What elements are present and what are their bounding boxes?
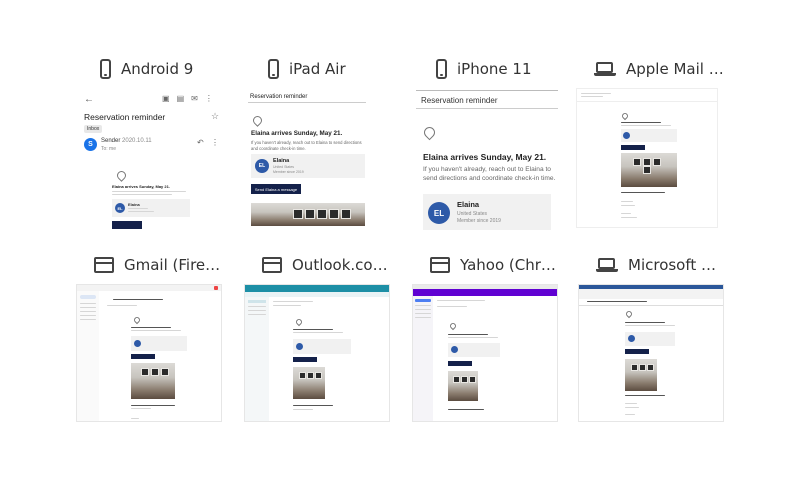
guest-name: Elaina [128, 202, 140, 207]
email-subject: Reservation reminder [250, 94, 308, 100]
client-card-ipad-air[interactable]: iPad Air Reservation reminder Elaina arr… [248, 56, 390, 226]
guest-name: Elaina [273, 158, 290, 164]
client-label: Yahoo (Chr… [460, 256, 556, 274]
email-preview-thumbnail[interactable] [244, 284, 390, 422]
phone-icon [268, 59, 279, 79]
email-preview-thumbnail[interactable]: Reservation reminder Elaina arrives Sund… [416, 90, 558, 230]
laptop-icon [596, 257, 618, 273]
client-label: Apple Mail … [626, 60, 724, 78]
to-me: To: me [101, 146, 117, 152]
browser-window-icon [430, 257, 450, 273]
location-pin-icon [251, 114, 264, 127]
send-message-button[interactable] [621, 145, 645, 150]
send-message-button[interactable] [112, 221, 142, 229]
email-preview-thumbnail[interactable]: Reservation reminder Elaina arrives Sund… [248, 92, 390, 226]
email-preview-thumbnail[interactable] [412, 284, 558, 422]
phone-icon [436, 59, 447, 79]
email-subject: Reservation reminder [421, 96, 498, 105]
location-pin-icon [624, 309, 634, 319]
guest-card: EL Elaina [112, 199, 190, 217]
send-message-button[interactable] [625, 349, 649, 354]
send-message-button[interactable]: Send Elaina a message [251, 184, 301, 194]
listing-photo [131, 363, 175, 399]
email-subject: Reservation reminder [84, 112, 166, 122]
email-headline: Elaina arrives Sunday, May 21. [112, 184, 170, 189]
guest-avatar [296, 343, 303, 350]
email-headline: Elaina arrives Sunday, May 21. [251, 130, 343, 137]
guest-card [621, 129, 677, 142]
browser-window-icon [262, 257, 282, 273]
email-body: If you haven't already, reach out to Ela… [251, 140, 362, 151]
guest-card: EL Elaina United States Member since 201… [423, 194, 551, 230]
trash-icon: ▤ [176, 94, 185, 103]
client-label: Microsoft … [628, 256, 717, 274]
more-vert-icon: ⋮ [211, 138, 219, 147]
guest-location: United States [457, 211, 488, 217]
guest-card [448, 343, 500, 357]
client-label: iPad Air [289, 60, 346, 78]
laptop-icon [594, 61, 616, 77]
email-preview-thumbnail[interactable] [576, 88, 718, 228]
archive-icon: ▣ [162, 94, 170, 103]
browser-window-icon [94, 257, 114, 273]
sender-date: 2020.10.11 [122, 138, 152, 144]
email-body: If you haven't already, reach out to Ela… [423, 166, 556, 182]
location-pin-icon [294, 317, 304, 327]
phone-icon [100, 59, 111, 79]
guest-card: EL Elaina United States Member since 201… [251, 154, 365, 178]
send-message-button[interactable] [131, 354, 155, 359]
listing-photo [251, 203, 365, 226]
guest-member-since: Member since 2019 [457, 218, 501, 224]
guest-avatar [134, 340, 141, 347]
reply-icon: ↶ [197, 138, 204, 147]
client-card-apple-mail[interactable]: Apple Mail … [576, 56, 736, 228]
client-card-iphone-11[interactable]: iPhone 11 Reservation reminder Elaina ar… [416, 56, 558, 230]
client-card-yahoo-chrome[interactable]: Yahoo (Chr… [412, 252, 558, 422]
email-headline: Elaina arrives Sunday, May 21. [423, 152, 547, 162]
client-label: Android 9 [121, 60, 194, 78]
guest-avatar: EL [428, 202, 450, 224]
guest-avatar: EL [255, 159, 269, 173]
email-preview-thumbnail[interactable] [76, 284, 222, 422]
client-card-outlook-com[interactable]: Outlook.co… [244, 252, 390, 422]
client-label: Outlook.co… [292, 256, 388, 274]
send-message-button[interactable] [293, 357, 317, 362]
guest-location: United States [273, 165, 295, 169]
listing-photo [448, 371, 478, 401]
sender-name: Sender [101, 138, 121, 144]
guest-avatar [623, 132, 630, 139]
location-pin-icon [421, 124, 438, 141]
location-pin-icon [620, 111, 630, 121]
inbox-label-chip: Inbox [84, 125, 103, 133]
email-preview-thumbnail[interactable]: ← ▣ ▤ ✉ ⋮ Reservation reminder ☆ Inbox S… [80, 92, 222, 232]
send-message-button[interactable] [448, 361, 472, 366]
listing-photo [293, 367, 325, 399]
client-label: Gmail (Fire… [124, 256, 221, 274]
location-pin-icon [115, 169, 128, 182]
more-vert-icon: ⋮ [204, 94, 213, 103]
guest-avatar [451, 346, 458, 353]
client-label: iPhone 11 [457, 60, 532, 78]
guest-card [625, 332, 675, 346]
client-card-gmail-firefox[interactable]: Gmail (Fire… [76, 252, 222, 422]
client-card-microsoft-outlook[interactable]: Microsoft … [578, 252, 728, 422]
sender-avatar: S [84, 138, 97, 151]
guest-card [131, 336, 187, 351]
guest-name: Elaina [457, 200, 480, 209]
star-icon: ☆ [211, 111, 220, 121]
guest-card [293, 339, 351, 354]
back-arrow-icon: ← [84, 94, 94, 105]
listing-photo [625, 359, 657, 391]
guest-member-since: Member since 2019 [273, 170, 304, 174]
client-card-android-9[interactable]: Android 9 ← ▣ ▤ ✉ ⋮ Reservation reminder… [80, 56, 222, 232]
listing-photo [621, 153, 677, 187]
mail-icon: ✉ [191, 94, 198, 103]
guest-avatar [628, 335, 635, 342]
location-pin-icon [448, 321, 458, 331]
guest-avatar: EL [115, 203, 125, 213]
email-preview-thumbnail[interactable] [578, 284, 724, 422]
location-pin-icon [132, 315, 142, 325]
